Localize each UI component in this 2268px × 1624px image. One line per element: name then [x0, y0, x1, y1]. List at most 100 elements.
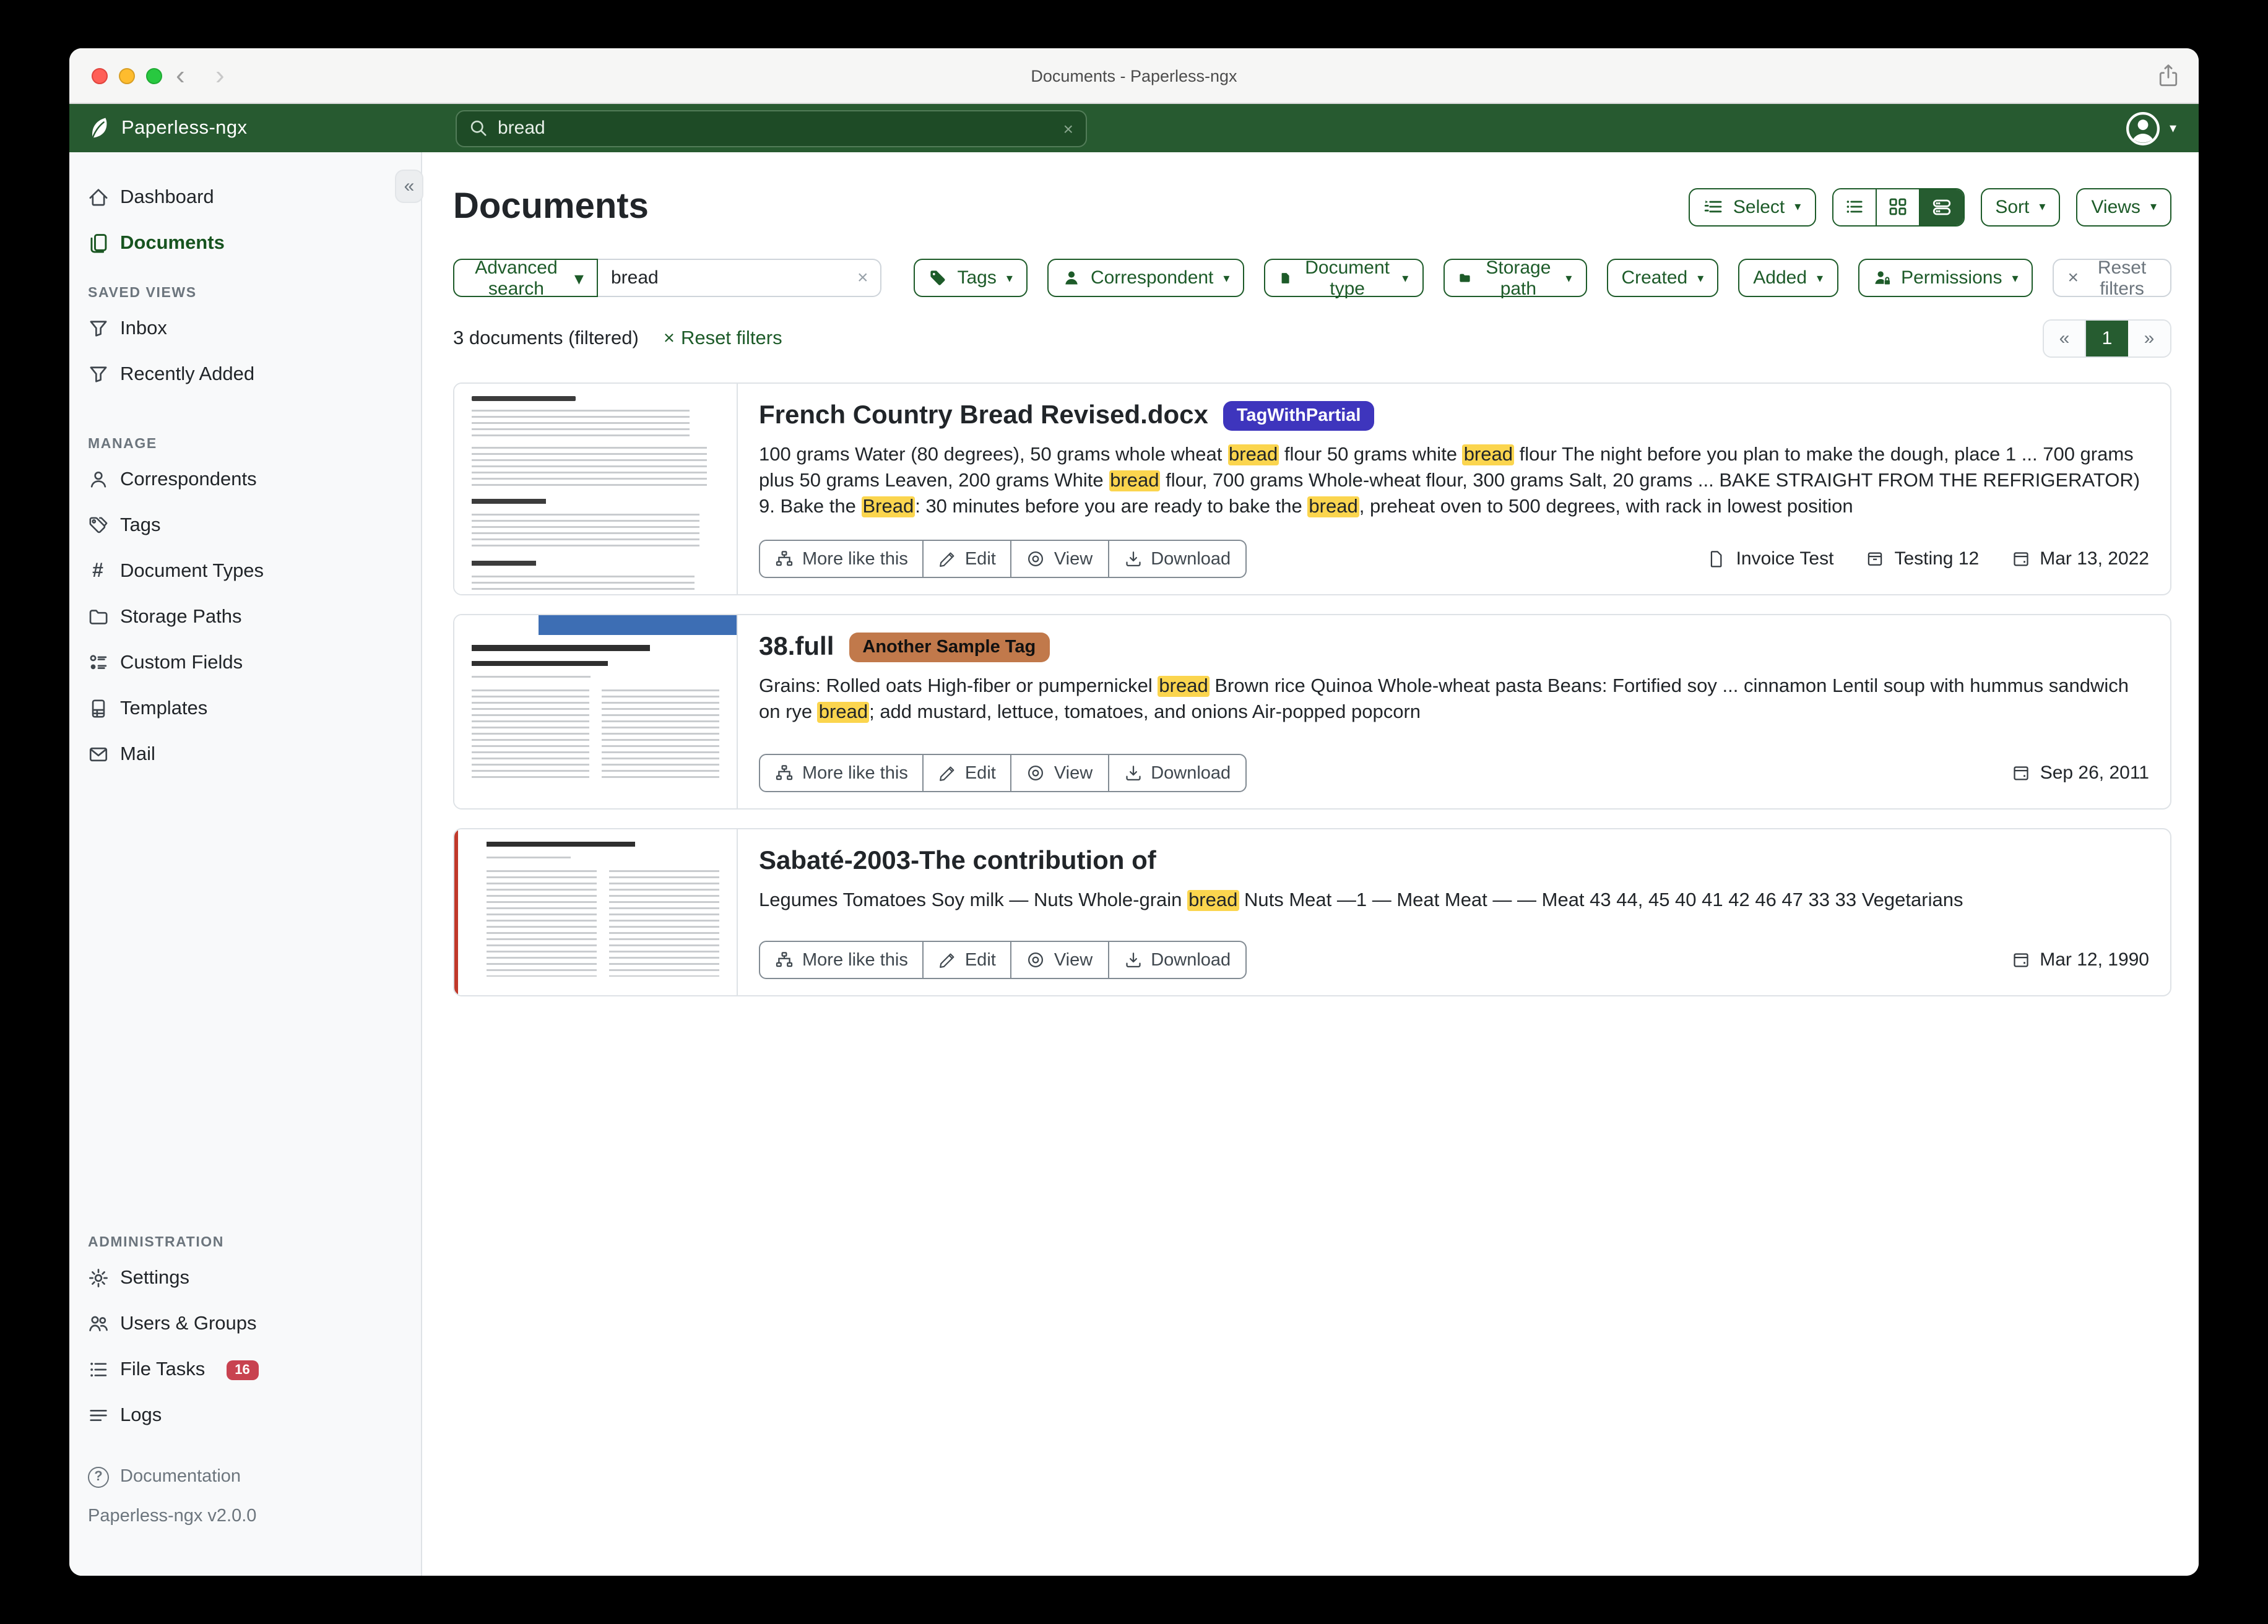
- minimize-window-button[interactable]: [119, 67, 135, 84]
- global-search[interactable]: ×: [456, 110, 1087, 147]
- filter-query-input[interactable]: [611, 267, 857, 288]
- view-button[interactable]: View: [1011, 754, 1109, 792]
- document-title[interactable]: 38.full: [759, 631, 834, 663]
- sidebar-item-custom-fields[interactable]: Custom Fields: [69, 640, 421, 686]
- sidebar-item-templates[interactable]: Templates: [69, 686, 421, 732]
- document-count: 3 documents (filtered): [453, 327, 639, 350]
- more-like-this-button[interactable]: More like this: [759, 540, 924, 578]
- document-type-meta[interactable]: Invoice Test: [1708, 548, 1834, 569]
- created-filter-button[interactable]: Created ▾: [1606, 259, 1718, 297]
- snippet-text: Nuts Meat —1 — Meat Meat — — Meat 43 44,…: [1239, 890, 1963, 911]
- sidebar-item-users-groups[interactable]: Users & Groups: [69, 1301, 421, 1347]
- storage-path-filter-button[interactable]: Storage path ▾: [1443, 259, 1586, 297]
- pagination: « 1 »: [2043, 319, 2171, 358]
- detail-view-button[interactable]: [1920, 189, 1963, 225]
- pagination-current-page[interactable]: 1: [2086, 321, 2128, 356]
- document-thumbnail[interactable]: [454, 615, 738, 808]
- correspondent-filter-button[interactable]: Correspondent ▾: [1047, 259, 1245, 297]
- reset-filters-link[interactable]: × Reset filters: [664, 327, 782, 350]
- permissions-filter-button[interactable]: Permissions ▾: [1858, 259, 2033, 297]
- sidebar-item-tags[interactable]: Tags: [69, 503, 421, 548]
- download-label: Download: [1151, 549, 1231, 569]
- document-card-footer: More like this Edit: [759, 941, 2149, 979]
- view-icon: [1027, 550, 1045, 568]
- select-button[interactable]: Select ▾: [1689, 188, 1816, 226]
- document-thumbnail[interactable]: [454, 384, 738, 594]
- ui-radios-icon: [87, 652, 109, 673]
- sidebar-item-document-types[interactable]: # Document Types: [69, 548, 421, 594]
- app-navbar: Paperless-ngx × ▾: [69, 104, 2199, 152]
- gear-icon: [87, 1268, 109, 1289]
- tags-filter-button[interactable]: Tags ▾: [914, 259, 1028, 297]
- zoom-window-button[interactable]: [146, 67, 162, 84]
- document-title[interactable]: French Country Bread Revised.docx: [759, 400, 1208, 432]
- added-filter-button[interactable]: Added ▾: [1738, 259, 1838, 297]
- document-actions: More like this Edit: [759, 941, 1247, 979]
- user-menu[interactable]: ▾: [2126, 111, 2176, 145]
- document-card-body: French Country Bread Revised.docx TagWit…: [738, 384, 2170, 594]
- sidebar-item-logs[interactable]: Logs: [69, 1393, 421, 1438]
- list-view-button[interactable]: [1833, 189, 1876, 225]
- snippet-text: 100 grams Water (80 degrees), 50 grams w…: [759, 444, 1227, 465]
- share-icon[interactable]: [2158, 63, 2179, 88]
- global-search-input[interactable]: [498, 118, 1063, 139]
- download-icon: [1123, 951, 1142, 969]
- edit-button[interactable]: Edit: [923, 754, 1012, 792]
- views-button[interactable]: Views ▾: [2076, 188, 2171, 226]
- funnel-icon: [87, 318, 109, 339]
- view-button[interactable]: View: [1011, 941, 1109, 979]
- download-button[interactable]: Download: [1107, 941, 1247, 979]
- view-button[interactable]: View: [1011, 540, 1109, 578]
- edit-button[interactable]: Edit: [923, 941, 1012, 979]
- sidebar-item-inbox[interactable]: Inbox: [69, 306, 421, 352]
- main-header: Documents Select ▾: [453, 184, 2171, 229]
- sidebar-item-recently-added[interactable]: Recently Added: [69, 352, 421, 397]
- document-thumbnail[interactable]: [454, 829, 738, 995]
- sidebar-item-settings[interactable]: Settings: [69, 1255, 421, 1301]
- funnel-icon: [87, 364, 109, 385]
- document-snippet: Grains: Rolled oats High-fiber or pumper…: [759, 673, 2149, 725]
- download-button[interactable]: Download: [1107, 540, 1247, 578]
- sidebar-collapse-button[interactable]: «: [395, 170, 423, 203]
- brand[interactable]: Paperless-ngx: [88, 114, 247, 142]
- pagination-prev-button[interactable]: «: [2044, 321, 2086, 356]
- sidebar-item-documentation[interactable]: ? Documentation: [69, 1456, 421, 1498]
- storage-box-icon: [1866, 550, 1884, 568]
- sidebar-item-dashboard[interactable]: Dashboard: [69, 175, 421, 220]
- more-like-this-button[interactable]: More like this: [759, 941, 924, 979]
- clear-query-icon[interactable]: ×: [857, 267, 868, 288]
- sort-button[interactable]: Sort ▾: [1980, 188, 2060, 226]
- storage-box-meta[interactable]: Testing 12: [1866, 548, 1979, 569]
- document-tag[interactable]: TagWithPartial: [1223, 401, 1375, 431]
- document-card-body: 38.full Another Sample Tag Grains: Rolle…: [738, 615, 2170, 808]
- sidebar-item-correspondents[interactable]: Correspondents: [69, 457, 421, 503]
- date-meta: Mar 12, 1990: [2011, 949, 2149, 970]
- document-type-filter-button[interactable]: Document type ▾: [1264, 259, 1423, 297]
- sidebar-item-label: Document Types: [120, 560, 264, 582]
- document-tag[interactable]: Another Sample Tag: [849, 633, 1049, 662]
- search-highlight: bread: [1109, 470, 1160, 491]
- window-controls: [92, 48, 162, 103]
- browser-forward-icon[interactable]: ›: [215, 48, 225, 103]
- window-title: Documents - Paperless-ngx: [1031, 66, 1237, 85]
- grid-view-button[interactable]: [1876, 189, 1920, 225]
- more-like-this-button[interactable]: More like this: [759, 754, 924, 792]
- sidebar-item-documents[interactable]: Documents: [69, 220, 421, 266]
- advanced-search-button[interactable]: Advanced search ▾: [453, 259, 599, 297]
- close-window-button[interactable]: [92, 67, 108, 84]
- sidebar-item-file-tasks[interactable]: File Tasks 16: [69, 1347, 421, 1393]
- clear-search-icon[interactable]: ×: [1063, 118, 1073, 138]
- date-value: Mar 13, 2022: [2040, 548, 2149, 569]
- sidebar-section-saved-views: SAVED VIEWS: [88, 286, 421, 301]
- envelope-icon: [87, 744, 109, 765]
- download-label: Download: [1151, 950, 1231, 970]
- browser-back-icon[interactable]: ‹: [176, 48, 185, 103]
- sidebar-item-mail[interactable]: Mail: [69, 732, 421, 777]
- pagination-next-button[interactable]: »: [2128, 321, 2170, 356]
- calendar-icon: [2012, 764, 2030, 782]
- sidebar-item-storage-paths[interactable]: Storage Paths: [69, 594, 421, 640]
- reset-filters-button[interactable]: × Reset filters: [2053, 259, 2171, 297]
- edit-button[interactable]: Edit: [923, 540, 1012, 578]
- document-title[interactable]: Sabaté-2003-The contribution of: [759, 845, 1156, 878]
- download-button[interactable]: Download: [1107, 754, 1247, 792]
